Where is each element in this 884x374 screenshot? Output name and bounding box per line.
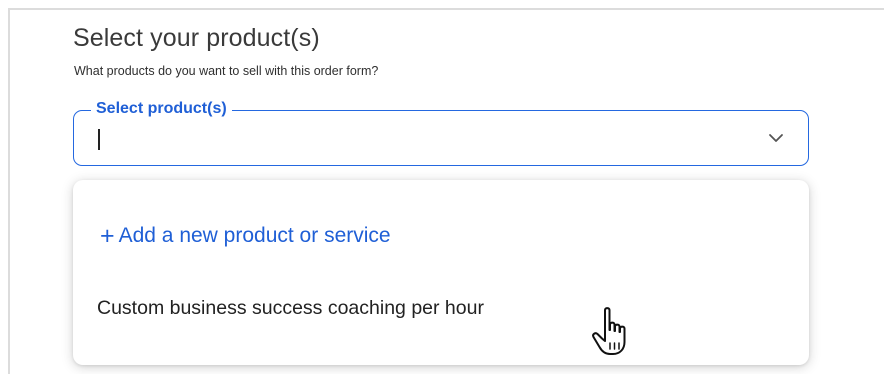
section-subtitle: What products do you want to sell with t… [74,64,379,78]
section-title: Select your product(s) [73,24,320,52]
plus-icon: + [100,222,115,250]
text-cursor [98,129,100,150]
chevron-down-icon[interactable] [768,132,784,144]
add-new-product-button[interactable]: + Add a new product or service [100,222,391,250]
add-new-product-label: Add a new product or service [118,224,391,247]
dropdown-option[interactable]: Custom business success coaching per hou… [97,297,484,320]
product-select-label: Select product(s) [91,99,232,119]
product-dropdown-menu [73,180,809,365]
hand-pointer-icon [592,307,626,355]
